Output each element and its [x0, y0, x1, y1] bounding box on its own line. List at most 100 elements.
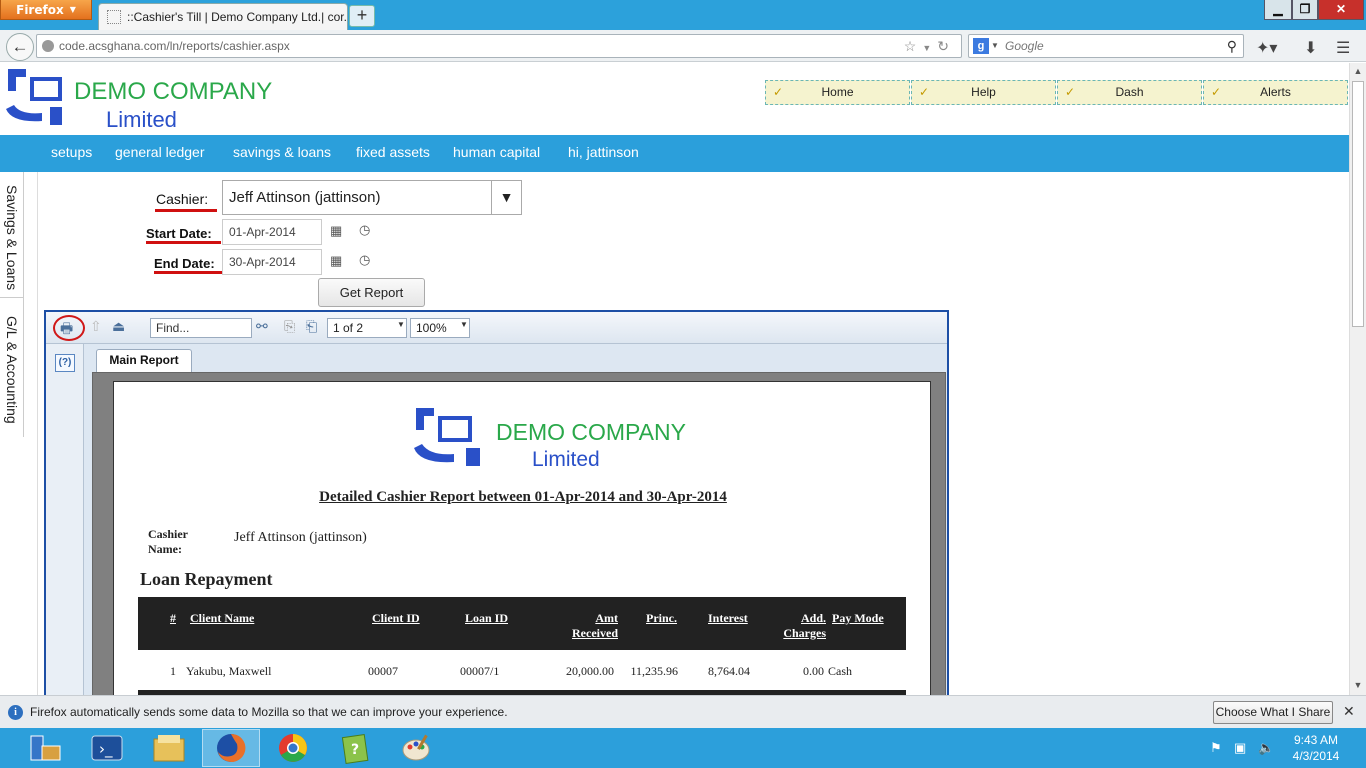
powershell-icon[interactable]: ›_ — [78, 729, 136, 767]
scroll-down-icon[interactable]: ▼ — [1350, 680, 1366, 690]
get-report-button[interactable]: Get Report — [318, 278, 425, 307]
print-layout-icon[interactable]: ⏏ — [112, 318, 125, 335]
page-icon — [107, 10, 121, 24]
chevron-down-icon[interactable]: ▼ — [460, 320, 468, 329]
report-viewer: 🖶 ⇧ ⏏ Find... ⚯ ⎘ ⎗ 1 of 2 ▼ 100% ▼ (?) … — [44, 310, 949, 695]
col-add-charges: Add. Charges — [783, 611, 826, 640]
volume-icon[interactable]: 🔈 — [1258, 740, 1274, 756]
report-sidebar: (?) — [46, 344, 84, 695]
cashier-label: Cashier: — [156, 191, 209, 207]
reload-icon[interactable]: ↻ — [937, 38, 955, 54]
table-cell: 0.00 — [803, 664, 824, 678]
firefox-icon[interactable] — [202, 729, 260, 767]
table-cell: 1 — [170, 664, 176, 678]
menu-human-capital[interactable]: human capital — [453, 144, 540, 160]
help-icon[interactable]: (?) — [55, 354, 75, 372]
chevron-down-icon[interactable]: ▼ — [491, 181, 521, 214]
table-cell: 11,235.96 — [630, 664, 678, 678]
notepad-plus-icon[interactable]: ? — [326, 729, 384, 767]
network-icon[interactable]: ▣ — [1234, 740, 1246, 756]
tab-title: ::Cashier's Till | Demo Company Ltd.| co… — [127, 10, 348, 24]
url-bar[interactable]: code.acsghana.com/ln/reports/cashier.asp… — [36, 34, 962, 58]
back-arrow-icon[interactable]: ← — [6, 33, 34, 61]
chevron-down-icon[interactable]: ▼ — [991, 35, 999, 57]
browser-navbar: ← code.acsghana.com/ln/reports/cashier.a… — [0, 30, 1366, 62]
bookmark-star-icon[interactable]: ☆ — [904, 38, 923, 54]
paint-icon[interactable] — [388, 729, 446, 767]
clock-icon[interactable]: ◷ — [359, 222, 370, 238]
quick-link-help[interactable]: ✓ Help — [911, 80, 1056, 105]
find-input[interactable]: Find... — [150, 318, 252, 338]
table-cell: 20,000.00 — [566, 664, 614, 678]
search-engine-icon[interactable]: g — [973, 38, 989, 54]
col-pay-mode: Pay Mode — [832, 611, 884, 625]
choose-what-i-share-button[interactable]: Choose What I Share — [1213, 701, 1333, 724]
taskbar: ›_ ? ⚑ ▣ 🔈 9:43 AM 4/3/2014 — [0, 728, 1366, 768]
company-logo: DEMO COMPANY Limited — [6, 69, 272, 131]
page-scrollbar[interactable]: ▲ ▼ — [1349, 63, 1366, 695]
col-princ: Princ. — [646, 611, 677, 625]
quick-link-home[interactable]: ✓ Home — [765, 80, 910, 105]
col-client-id: Client ID — [372, 611, 420, 625]
quick-link-alerts[interactable]: ✓ Alerts — [1203, 80, 1348, 105]
restore-button[interactable]: ❐ — [1292, 0, 1318, 20]
new-tab-button[interactable]: + — [349, 5, 375, 27]
chevron-down-icon[interactable]: ▼ — [397, 320, 405, 329]
close-icon[interactable]: ✕ — [1343, 703, 1355, 720]
first-page-icon[interactable]: ⎘ — [284, 318, 295, 335]
hamburger-menu-icon[interactable]: ☰ — [1336, 38, 1350, 58]
side-tab-savings-loans[interactable]: Savings & Loans — [0, 178, 24, 298]
start-date-input[interactable]: 01-Apr-2014 — [222, 219, 322, 245]
search-icon[interactable]: ⚲ — [1227, 35, 1237, 57]
file-explorer-icon[interactable] — [140, 729, 198, 767]
scrollbar-thumb[interactable] — [1352, 81, 1364, 327]
chevron-down-icon: ▼ — [69, 5, 76, 14]
export-icon[interactable]: ⇧ — [90, 318, 102, 335]
table-cell: 00007/1 — [460, 664, 500, 678]
calendar-icon[interactable]: ▦ — [330, 223, 342, 239]
report-logo-company: DEMO COMPANY — [496, 419, 686, 445]
clock-icon[interactable]: ◷ — [359, 252, 370, 268]
cashier-selected-value: Jeff Attinson (jattinson) — [229, 189, 381, 206]
action-center-icon[interactable]: ⚑ — [1210, 740, 1222, 756]
menu-user-greeting[interactable]: hi, jattinson — [568, 144, 639, 160]
table-cell: Cash — [828, 664, 852, 678]
browser-tab[interactable]: ::Cashier's Till | Demo Company Ltd.| co… — [98, 3, 348, 30]
binoculars-icon[interactable]: ⚯ — [256, 318, 268, 335]
logo-company-text: DEMO COMPANY — [74, 78, 272, 105]
end-date-input[interactable]: 30-Apr-2014 — [222, 249, 322, 275]
col-client-name: Client Name — [190, 611, 255, 625]
firefox-menu-button[interactable]: Firefox ▼ — [0, 0, 92, 20]
menu-setups[interactable]: setups — [51, 144, 92, 160]
dropdown-icon[interactable]: ▼ — [922, 43, 937, 53]
cashier-select[interactable]: Jeff Attinson (jattinson) ▼ — [222, 180, 522, 215]
report-logo-limited: Limited — [532, 448, 600, 470]
menu-general-ledger[interactable]: general ledger — [115, 144, 205, 160]
close-button[interactable]: ✕ — [1318, 0, 1364, 20]
previous-page-icon[interactable]: ⎗ — [306, 318, 317, 335]
section-title: Loan Repayment — [140, 569, 273, 589]
search-input[interactable]: Google — [1005, 35, 1044, 57]
side-tabs: Savings & Loans G/L & Accounting — [0, 172, 24, 437]
bookmarks-icon[interactable]: ✦▾ — [1256, 38, 1277, 58]
menu-fixed-assets[interactable]: fixed assets — [356, 144, 430, 160]
info-icon: i — [8, 705, 23, 720]
col-loan-id: Loan ID — [465, 611, 509, 625]
tab-main-report[interactable]: Main Report — [96, 349, 192, 372]
quick-link-dash[interactable]: ✓ Dash — [1057, 80, 1202, 105]
check-icon: ✓ — [1065, 85, 1076, 99]
chrome-icon[interactable] — [264, 729, 322, 767]
search-bar[interactable]: g ▼ Google ⚲ — [968, 34, 1244, 58]
scroll-up-icon[interactable]: ▲ — [1350, 66, 1366, 76]
minimize-button[interactable]: ▁ — [1264, 0, 1292, 20]
side-tab-gl-accounting[interactable]: G/L & Accounting — [0, 302, 24, 437]
system-clock[interactable]: 9:43 AM 4/3/2014 — [1283, 732, 1349, 764]
page-selector[interactable]: 1 of 2 — [327, 318, 407, 338]
report-cashier-value: Jeff Attinson (jattinson) — [234, 530, 367, 545]
download-icon[interactable]: ⬇ — [1304, 38, 1317, 58]
print-icon[interactable]: 🖶 — [60, 318, 73, 342]
start-date-label: Start Date: — [146, 226, 212, 241]
calendar-icon[interactable]: ▦ — [330, 253, 342, 269]
menu-savings-loans[interactable]: savings & loans — [233, 144, 331, 160]
server-manager-icon[interactable] — [16, 729, 74, 767]
